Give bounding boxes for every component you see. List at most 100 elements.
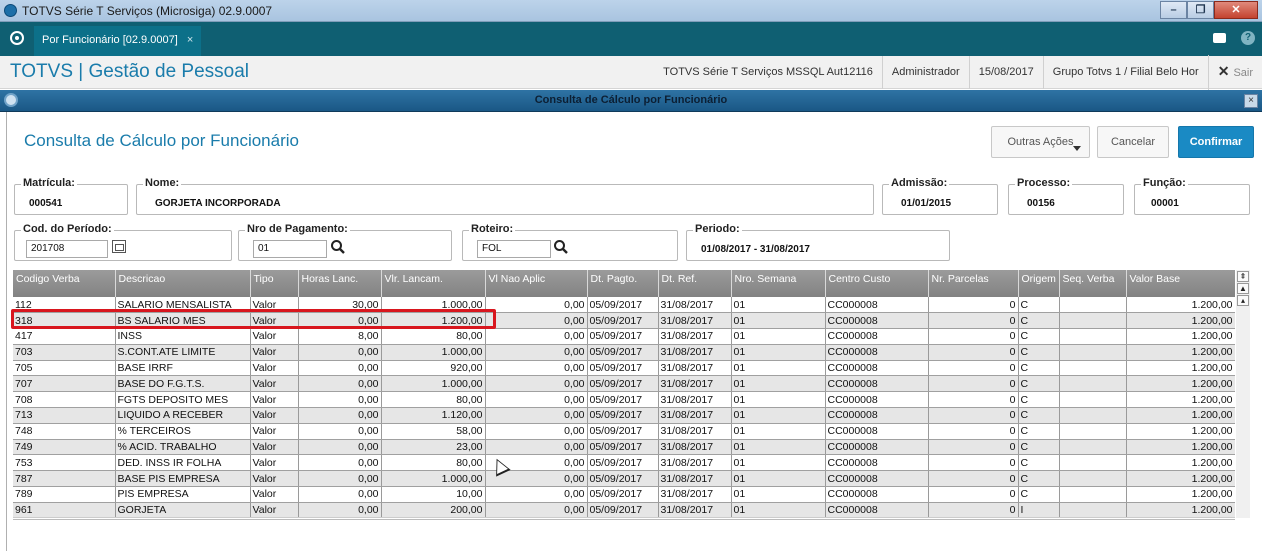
verbas-grid[interactable]: Codigo Verba Descricao Tipo Horas Lanc. Vlr.… <box>13 270 1235 518</box>
table-row[interactable]: 708 FGTS DEPOSITO MES Valor 0,00 80,00 0,00 05… <box>13 391 1235 409</box>
table-cell: 713 <box>13 407 116 424</box>
table-row[interactable]: 705 BASE IRRF Valor 0,00 920,00 0,00 05/09/201… <box>13 360 1235 377</box>
table-cell: 0 <box>928 297 1019 314</box>
column-header[interactable]: Descricao <box>115 270 251 297</box>
column-header[interactable]: Origem <box>1018 270 1060 297</box>
table-row[interactable]: 748% TERCEIROS Valor 0,00 58,00 0,00 05/09/20… <box>13 423 1235 440</box>
outras-acoes-button[interactable]: Outras Ações <box>991 126 1090 158</box>
home-icon[interactable] <box>10 31 24 45</box>
dialog-close-button[interactable]: × <box>1244 94 1258 108</box>
table-cell: 01 <box>731 391 826 409</box>
table-cell: 1.200,00 <box>1126 297 1235 314</box>
table-row[interactable]: 703 S.CONT.ATE LIMITE Valor 0,00 1.000,00 0,0… <box>13 344 1235 361</box>
column-header[interactable]: Nr. Parcelas <box>928 270 1019 297</box>
table-row[interactable]: 961 GORJETA Valor 0,00 200,00 0,00 05/09/2017 3… <box>13 502 1235 517</box>
table-cell: 749 <box>13 439 116 456</box>
table-cell <box>1059 470 1127 488</box>
table-cell: 0,00 <box>298 439 382 456</box>
search-icon[interactable] <box>330 239 346 255</box>
table-cell: 0 <box>928 439 1019 456</box>
table-cell: Valor <box>250 439 299 456</box>
minimize-button[interactable]: – <box>1160 1 1187 19</box>
table-cell: 0 <box>928 423 1019 440</box>
table-cell: C <box>1018 344 1060 361</box>
nro-pagamento-input[interactable]: 01 <box>253 240 327 258</box>
table-cell: BASE IRRF <box>115 360 251 377</box>
table-cell: C <box>1018 391 1060 409</box>
table-cell: Valor <box>250 391 299 409</box>
table-cell: 0,00 <box>298 391 382 409</box>
nome-value: GORJETA INCORPORADA <box>155 198 281 209</box>
table-cell: I <box>1018 502 1060 517</box>
column-header[interactable]: Valor Base <box>1126 270 1235 297</box>
tab-por-funcionario[interactable]: Por Funcionário [02.9.0007] × <box>34 26 202 56</box>
table-cell: 1.200,00 <box>1126 344 1235 361</box>
table-row[interactable]: 417 INSS Valor 8,00 80,00 0,00 05/09/2017 31/08… <box>13 328 1235 345</box>
table-cell: CC000008 <box>825 391 929 409</box>
column-header[interactable]: Tipo <box>250 270 299 297</box>
table-cell: % ACID. TRABALHO <box>115 439 251 456</box>
table-cell: 05/09/2017 <box>587 439 659 456</box>
help-icon[interactable]: ? <box>1241 31 1255 45</box>
table-row[interactable]: 749% ACID. TRABALHO Valor 0,00 23,00 0,00 05/… <box>13 439 1235 456</box>
verbas-table[interactable]: Codigo Verba Descricao Tipo Horas Lanc. Vlr.… <box>13 270 1235 517</box>
table-cell: 31/08/2017 <box>658 470 732 488</box>
table-cell: Valor <box>250 470 299 488</box>
column-header[interactable]: Dt. Ref. <box>658 270 732 297</box>
table-cell: 05/09/2017 <box>587 486 659 503</box>
table-cell: 01 <box>731 328 826 345</box>
column-header[interactable]: Codigo Verba <box>13 270 116 297</box>
column-header[interactable]: Seq. Verba <box>1059 270 1127 297</box>
dialog-titlebar[interactable]: Consulta de Cálculo por Funcionário × <box>0 90 1262 112</box>
table-cell: CC000008 <box>825 423 929 440</box>
table-row[interactable]: 713 LIQUIDO A RECEBER Valor 0,00 1.120,00 0,0… <box>13 407 1235 424</box>
table-cell: 0 <box>928 328 1019 345</box>
scroll-page-up-icon[interactable]: ▲ <box>1237 283 1249 294</box>
confirm-button[interactable]: Confirmar <box>1178 126 1254 158</box>
table-cell <box>1059 328 1127 345</box>
cancel-button[interactable]: Cancelar <box>1097 126 1169 158</box>
table-cell <box>1059 297 1127 314</box>
window-close-button[interactable]: ✕ <box>1214 1 1258 19</box>
roteiro-input[interactable]: FOL <box>477 240 551 258</box>
column-header[interactable]: Dt. Pagto. <box>587 270 659 297</box>
column-header[interactable]: Horas Lanc. <box>298 270 382 297</box>
table-cell: 1.200,00 <box>1126 454 1235 472</box>
grid-scrollbar[interactable]: ⇞ ▲ ▴ <box>1236 270 1250 518</box>
table-row[interactable]: 753 DED. INSS IR FOLHA Valor 0,00 80,00 0,00 0… <box>13 454 1235 472</box>
table-cell: 01 <box>731 360 826 377</box>
table-cell: 1.200,00 <box>1126 439 1235 456</box>
table-row[interactable]: 787 BASE PIS EMPRESA Valor 0,00 1.000,00 0,00… <box>13 470 1235 488</box>
column-header[interactable]: Nro. Semana <box>731 270 826 297</box>
window-titlebar[interactable]: TOTVS Série T Serviços (Microsiga) 02.9.… <box>0 0 1262 22</box>
exit-label: Sair <box>1233 67 1253 79</box>
scroll-up-icon[interactable]: ▴ <box>1237 295 1249 306</box>
mail-icon[interactable] <box>1213 33 1226 43</box>
column-header[interactable]: Vlr. Lancam. <box>381 270 486 297</box>
tab-close-icon[interactable]: × <box>187 34 193 46</box>
table-cell: PIS EMPRESA <box>115 486 251 503</box>
table-cell: 753 <box>13 454 116 472</box>
period-picker-icon[interactable] <box>112 240 126 253</box>
funcao-value: 00001 <box>1151 198 1179 209</box>
column-header[interactable]: Vl Nao Aplic <box>485 270 588 297</box>
table-cell <box>1059 391 1127 409</box>
table-cell: 0 <box>928 391 1019 409</box>
nro-pagamento-field: Nro de Pagamento: 01 <box>238 223 452 261</box>
table-cell: 1.000,00 <box>381 470 486 488</box>
table-cell: CC000008 <box>825 407 929 424</box>
processo-value: 00156 <box>1027 198 1055 209</box>
table-cell: 1.200,00 <box>1126 486 1235 503</box>
column-header[interactable]: Centro Custo <box>825 270 929 297</box>
table-row[interactable]: 789 PIS EMPRESA Valor 0,00 10,00 0,00 05/09/20… <box>13 486 1235 503</box>
table-cell: 1.000,00 <box>381 375 486 393</box>
search-icon[interactable] <box>553 239 569 255</box>
table-cell: C <box>1018 375 1060 393</box>
exit-button[interactable]: ✕ Sair <box>1207 55 1262 90</box>
maximize-button[interactable]: ❐ <box>1187 1 1214 19</box>
cod-periodo-input[interactable]: 201708 <box>26 240 108 258</box>
table-row[interactable]: 707 BASE DO F.G.T.S. Valor 0,00 1.000,00 0,00… <box>13 375 1235 393</box>
table-cell: CC000008 <box>825 297 929 314</box>
table-cell: FGTS DEPOSITO MES <box>115 391 251 409</box>
scroll-top-icon[interactable]: ⇞ <box>1237 271 1249 282</box>
